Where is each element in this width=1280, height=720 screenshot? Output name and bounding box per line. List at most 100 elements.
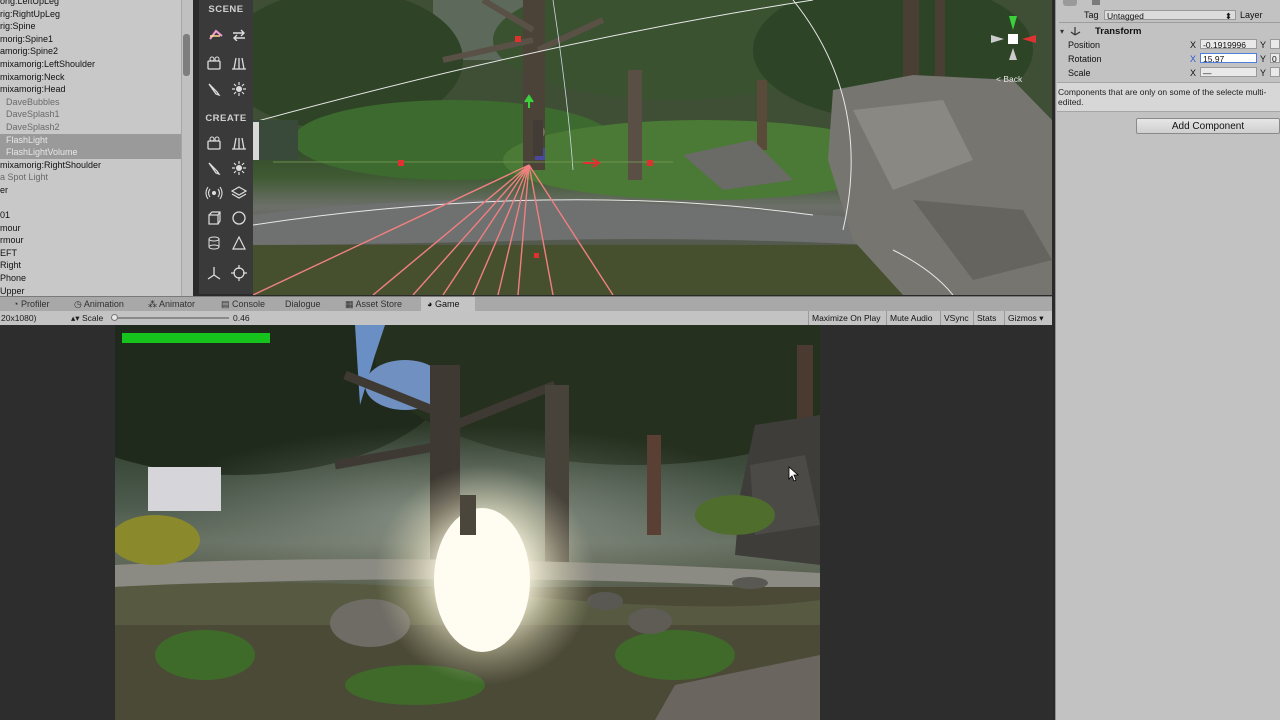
position-x-field[interactable]: -0.1919996 — [1200, 39, 1257, 50]
tag-label: Tag — [1084, 10, 1099, 20]
hierarchy-item-label: er — [0, 184, 9, 195]
audio-source-icon[interactable] — [203, 182, 225, 204]
scale-label: Scale — [82, 313, 104, 323]
resolution-value: 20x1080) — [1, 313, 37, 323]
hierarchy-item-label: morig:Spine1 — [0, 33, 54, 44]
hierarchy-item[interactable]: 01 — [0, 209, 181, 222]
hierarchy-item-label: Upper — [0, 285, 25, 296]
stats-toggle[interactable]: Stats — [973, 311, 999, 325]
game-view[interactable] — [115, 325, 820, 720]
create-brush-icon[interactable] — [203, 157, 225, 179]
create-camera-icon[interactable] — [203, 132, 225, 154]
scene-paint-icon[interactable] — [205, 24, 227, 46]
dropdown-arrow-icon: ▾ — [1039, 313, 1044, 323]
hierarchy-item[interactable]: DaveSplash2 — [0, 121, 181, 134]
lights-icon[interactable] — [228, 52, 250, 74]
hierarchy-item[interactable]: Phone — [0, 272, 181, 285]
tag-dropdown[interactable]: Untagged ⬍ — [1104, 10, 1236, 21]
dropdown-arrow-icon: ⬍ — [1224, 11, 1232, 21]
layers-icon[interactable] — [228, 182, 250, 204]
foldout-arrow-icon[interactable]: ▾ — [1060, 27, 1064, 36]
scale-slider[interactable] — [111, 314, 229, 321]
brush-icon[interactable] — [203, 78, 225, 100]
hierarchy-scroll-thumb[interactable] — [183, 34, 190, 76]
scene-view[interactable]: < Back — [253, 0, 1052, 295]
asset-store-icon: ▦ — [345, 299, 354, 309]
scale-y-field[interactable] — [1270, 67, 1280, 77]
scale-slider-thumb[interactable] — [111, 314, 118, 321]
hierarchy-item[interactable]: FlashLight — [0, 133, 181, 147]
add-component-button[interactable]: Add Component — [1136, 118, 1280, 134]
hierarchy-item[interactable]: mour — [0, 222, 181, 235]
hierarchy-item[interactable]: orig:LeftUpLeg — [0, 0, 181, 8]
hierarchy-item[interactable]: rmour — [0, 234, 181, 247]
cone-icon[interactable] — [228, 232, 250, 254]
hierarchy-item[interactable]: morig:Spine1 — [0, 33, 181, 46]
hierarchy-item[interactable]: FlashLightVolume — [0, 146, 181, 159]
mute-audio-toggle[interactable]: Mute Audio — [886, 311, 936, 325]
hierarchy-item[interactable]: a Spot Light — [0, 171, 181, 184]
scale-x-field[interactable]: — — [1200, 67, 1257, 78]
create-sun-icon[interactable] — [228, 157, 250, 179]
hierarchy-item-label: mixamorig:LeftShoulder — [0, 58, 96, 69]
hierarchy-item[interactable]: mixamorig:Head — [0, 83, 181, 96]
tab-console[interactable]: ▤ Console — [221, 297, 273, 312]
tab-profiler[interactable]: ◔ Profiler — [13, 297, 63, 312]
cylinder-icon[interactable] — [203, 232, 225, 254]
game-illustration — [115, 325, 820, 720]
hierarchy-panel: orig:LeftUpLeg rig:RightUpLeg rig:Spine mor… — [0, 0, 181, 296]
sphere-icon[interactable] — [228, 207, 250, 229]
multi-edit-notice: Components that are only on some of the … — [1057, 82, 1280, 112]
hierarchy-item[interactable]: mixamorig:LeftShoulder — [0, 58, 181, 71]
swap-arrows-icon[interactable] — [228, 24, 250, 46]
scale-label: Scale — [1068, 68, 1091, 78]
hierarchy-item[interactable] — [0, 197, 181, 210]
tab-asset-store[interactable]: ▦ Asset Store — [345, 297, 411, 312]
tab-label: Dialogue — [285, 299, 321, 309]
hierarchy-item[interactable]: Upper — [0, 285, 181, 296]
tab-bar: ◔ Profiler ◷ Animation ⁂ Animator ▤ Cons… — [0, 296, 1052, 312]
tab-label: Animator — [159, 299, 196, 309]
gizmos-dropdown[interactable]: Gizmos ▾ — [1004, 311, 1046, 325]
hierarchy-item[interactable]: er — [0, 184, 181, 197]
scale-value: 0.46 — [233, 313, 250, 323]
hierarchy-item[interactable]: DaveSplash1 — [0, 108, 181, 121]
scene-back-label[interactable]: < Back — [996, 74, 1022, 84]
hierarchy-item[interactable]: mixamorig:Neck — [0, 71, 181, 84]
tab-game[interactable]: ◕ Game — [421, 297, 475, 312]
animator-icon: ⁂ — [148, 299, 157, 309]
hierarchy-item[interactable]: mixamorig:RightShoulder — [0, 159, 181, 172]
maximize-on-play-toggle[interactable]: Maximize On Play — [808, 311, 884, 325]
hierarchy-item-label: DaveSplash1 — [6, 109, 60, 120]
hierarchy-item[interactable]: rig:RightUpLeg — [0, 8, 181, 21]
hierarchy-item-label: a Spot Light — [0, 172, 49, 183]
resolution-dropdown[interactable]: 20x1080) ▴▾ — [1, 311, 80, 325]
sun-icon[interactable] — [228, 78, 250, 100]
pivot-icon[interactable] — [203, 262, 225, 284]
rotation-x-field[interactable]: 15.97 — [1200, 53, 1257, 64]
hierarchy-item-label: amorig:Spine2 — [0, 46, 59, 57]
rotation-y-field[interactable]: 0 — [1270, 53, 1280, 64]
position-y-field[interactable] — [1270, 39, 1280, 49]
tab-label: Console — [232, 299, 266, 309]
game-toolbar: 20x1080) ▴▾ Scale 0.46 Maximize On Play … — [0, 311, 1052, 326]
rotation-label: Rotation — [1068, 54, 1102, 64]
vsync-toggle[interactable]: VSync — [940, 311, 972, 325]
hierarchy-item[interactable]: Right — [0, 259, 181, 272]
tab-animator[interactable]: ⁂ Animator — [148, 297, 206, 312]
camera-icon[interactable] — [203, 52, 225, 74]
tab-label: Animation — [83, 299, 124, 309]
cube-icon[interactable] — [203, 207, 225, 229]
hierarchy-item-label: rig:RightUpLeg — [0, 8, 61, 19]
target-icon[interactable] — [228, 262, 250, 284]
hierarchy-item[interactable]: amorig:Spine2 — [0, 45, 181, 58]
hierarchy-item[interactable]: EFT — [0, 247, 181, 260]
hierarchy-item[interactable]: DaveBubbles — [0, 96, 181, 109]
create-lights-icon[interactable] — [228, 132, 250, 154]
divider — [1059, 22, 1280, 23]
hierarchy-item[interactable]: rig:Spine — [0, 20, 181, 33]
static-checkbox[interactable] — [1092, 0, 1100, 5]
position-label: Position — [1068, 40, 1101, 50]
tab-dialogue[interactable]: Dialogue — [285, 297, 333, 312]
tab-animation[interactable]: ◷ Animation — [74, 297, 134, 312]
